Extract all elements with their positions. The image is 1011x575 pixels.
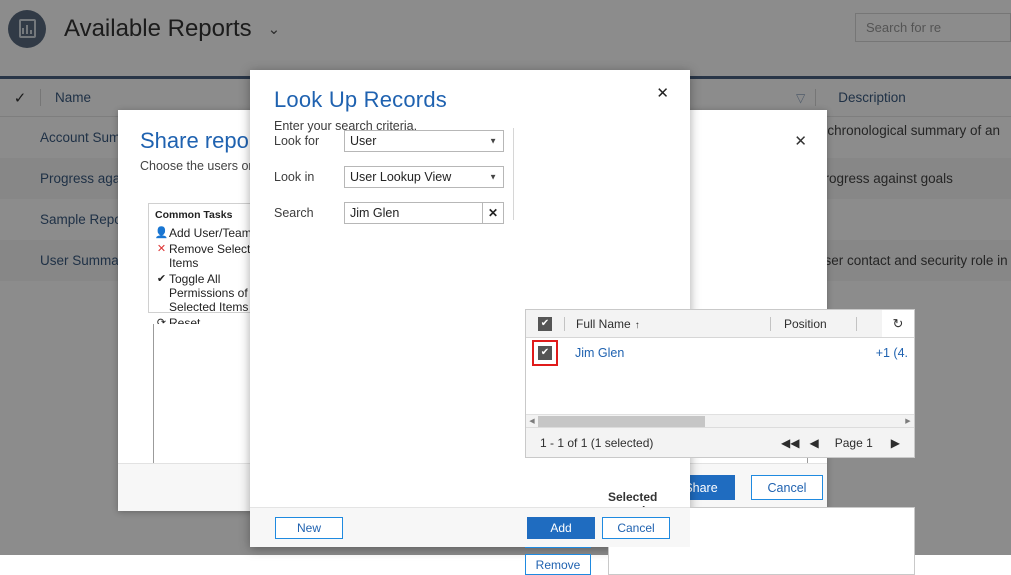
- scrollbar-thumb[interactable]: [538, 416, 705, 427]
- column-header-position[interactable]: Position: [771, 317, 856, 331]
- form-divider: [513, 128, 514, 220]
- grid-horizontal-scrollbar[interactable]: ◀ ▶: [526, 414, 914, 427]
- pager-nav: ◀◀ ◀ Page 1 ▶: [771, 436, 914, 450]
- column-header-full-name[interactable]: Full Name ↑: [565, 317, 770, 331]
- remove-x-icon: ✕: [154, 242, 169, 256]
- search-row: Search Jim Glen ✕: [274, 200, 538, 226]
- share-cancel-button[interactable]: Cancel: [751, 475, 823, 500]
- lookup-records-dialog: Look Up Records Enter your search criter…: [250, 70, 690, 547]
- look-in-label: Look in: [274, 170, 344, 184]
- common-task-label: Add User/Team: [169, 226, 252, 240]
- look-for-row: Look for User ▼: [274, 128, 538, 154]
- page-next-icon[interactable]: ▶: [891, 436, 900, 450]
- table-row[interactable]: Jim Glen +1 (4.: [526, 338, 914, 368]
- sort-asc-icon: ↑: [635, 320, 640, 331]
- search-input-value: Jim Glen: [350, 206, 399, 220]
- look-for-value: User: [350, 134, 376, 148]
- look-in-select[interactable]: User Lookup View ▼: [344, 166, 504, 188]
- select-all-checkbox[interactable]: [526, 317, 564, 331]
- clear-x-icon[interactable]: ✕: [482, 202, 504, 224]
- grid-pager: 1 - 1 of 1 (1 selected) ◀◀ ◀ Page 1 ▶: [526, 427, 914, 457]
- scroll-left-arrow[interactable]: ◀: [526, 417, 538, 425]
- grid-header-row: Full Name ↑ Position ↻: [526, 310, 914, 338]
- lookup-dialog-footer: New Add Cancel: [250, 507, 690, 547]
- column-divider: [856, 317, 857, 331]
- add-button[interactable]: Add: [527, 517, 595, 539]
- row-full-name[interactable]: Jim Glen: [564, 346, 769, 360]
- add-user-icon: 👤: [154, 226, 169, 240]
- page-label: Page 1: [835, 436, 873, 450]
- search-label: Search: [274, 206, 344, 220]
- scrollbar-track[interactable]: [538, 416, 902, 427]
- lookup-search-form: Look for User ▼ Look in User Lookup View…: [274, 128, 538, 236]
- cancel-button[interactable]: Cancel: [602, 517, 670, 539]
- page-prev-icon[interactable]: ◀: [809, 436, 818, 450]
- look-for-label: Look for: [274, 134, 344, 148]
- lookup-dialog-title: Look Up Records: [250, 70, 690, 113]
- caret-down-icon: ▼: [489, 137, 497, 146]
- remove-button[interactable]: Remove: [525, 554, 591, 575]
- page-first-icon[interactable]: ◀◀: [781, 436, 799, 450]
- look-in-row: Look in User Lookup View ▼: [274, 164, 538, 190]
- new-button[interactable]: New: [275, 517, 343, 539]
- close-icon[interactable]: ✕: [794, 132, 807, 150]
- check-icon: ✔: [154, 272, 169, 286]
- lookup-results-grid: Full Name ↑ Position ↻ Jim Glen +1 (4. ◀ …: [525, 309, 915, 458]
- column-header-full-name-label: Full Name: [576, 317, 631, 331]
- scroll-right-arrow[interactable]: ▶: [902, 417, 914, 425]
- caret-down-icon: ▼: [489, 173, 497, 182]
- record-count-text: 1 - 1 of 1 (1 selected): [526, 436, 653, 450]
- refresh-icon[interactable]: ↻: [882, 310, 914, 337]
- look-in-value: User Lookup View: [350, 170, 451, 184]
- look-for-select[interactable]: User ▼: [344, 130, 504, 152]
- highlight-box: [532, 340, 558, 366]
- row-phone: +1 (4.: [876, 346, 908, 360]
- close-icon[interactable]: ✕: [656, 86, 669, 101]
- search-input[interactable]: Jim Glen ✕: [344, 202, 504, 224]
